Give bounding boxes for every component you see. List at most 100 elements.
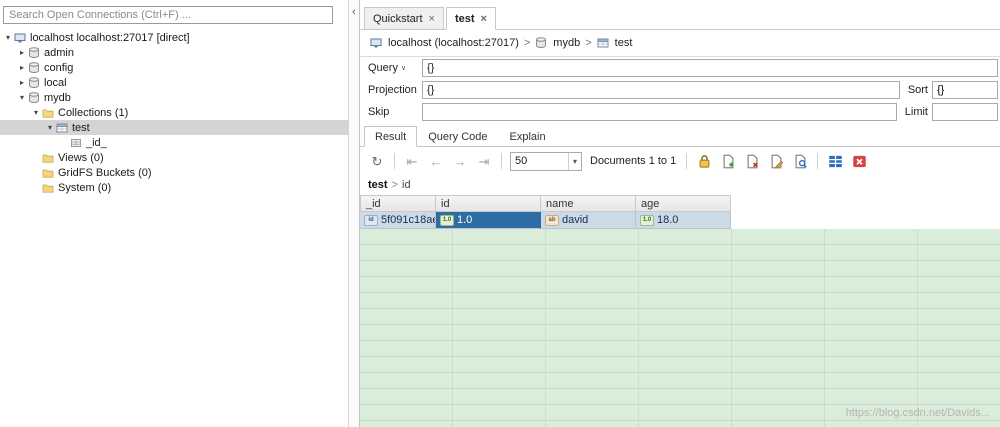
chevron-down-icon[interactable]: ▾ bbox=[16, 90, 28, 105]
database-icon bbox=[28, 76, 41, 89]
close-icon[interactable]: × bbox=[481, 13, 487, 25]
tab-test[interactable]: test × bbox=[445, 7, 496, 30]
chevron-down-icon[interactable]: ▾ bbox=[44, 120, 56, 135]
tree-item-local[interactable]: ▸ local bbox=[0, 75, 348, 90]
main-panel: Quickstart × test × localhost (localhost… bbox=[360, 0, 1000, 427]
cell-value: 1.0 bbox=[457, 214, 473, 226]
query-row: Query ∨ bbox=[360, 57, 1000, 79]
skip-label-text: Skip bbox=[368, 106, 390, 118]
path-collection: test bbox=[368, 179, 388, 191]
next-page-icon[interactable]: → bbox=[451, 152, 469, 170]
search-input[interactable] bbox=[3, 6, 333, 24]
tree-item-label: _id_ bbox=[86, 136, 107, 149]
last-page-icon[interactable]: ⇥ bbox=[475, 152, 493, 170]
sort-input[interactable] bbox=[932, 81, 998, 99]
collection-icon bbox=[597, 37, 610, 49]
table-row[interactable]: id 5f091c18aef83... 1.0 1.0 ab david 1.0… bbox=[360, 212, 731, 229]
cell-age[interactable]: 1.0 18.0 bbox=[636, 212, 731, 229]
server-icon bbox=[14, 32, 27, 44]
chevron-right-icon[interactable]: ▸ bbox=[16, 75, 28, 90]
query-label[interactable]: Query ∨ bbox=[360, 62, 422, 74]
breadcrumb-connection[interactable]: localhost (localhost:27017) bbox=[388, 37, 519, 49]
skip-row: Skip Limit bbox=[360, 101, 1000, 123]
tree-item-gridfs[interactable]: GridFS Buckets (0) bbox=[0, 165, 348, 180]
column-header-id-field[interactable]: _id bbox=[360, 195, 436, 212]
empty-grid-area: https://blog.csdn.net/Davids... bbox=[360, 229, 1000, 427]
tree-item-connection[interactable]: ▾ localhost localhost:27017 [direct] bbox=[0, 30, 348, 45]
column-header-age[interactable]: age bbox=[636, 195, 731, 212]
breadcrumb-database[interactable]: mydb bbox=[553, 37, 580, 49]
tree-item-id-index[interactable]: _id_ bbox=[0, 135, 348, 150]
tab-result[interactable]: Result bbox=[364, 126, 418, 147]
tree-item-views[interactable]: Views (0) bbox=[0, 150, 348, 165]
page-size-value: 50 bbox=[515, 155, 528, 167]
chevron-down-icon: ∨ bbox=[400, 65, 407, 72]
collection-icon bbox=[56, 122, 69, 134]
tree-item-system[interactable]: System (0) bbox=[0, 180, 348, 195]
chevron-right-icon[interactable]: ▸ bbox=[16, 45, 28, 60]
skip-input[interactable] bbox=[422, 103, 897, 121]
cell-path-bar: test > id bbox=[360, 175, 1000, 195]
cell-id-field[interactable]: id 5f091c18aef83... bbox=[360, 212, 436, 229]
query-input[interactable] bbox=[422, 59, 998, 77]
table-header-row: _id id name age bbox=[360, 195, 731, 212]
string-type-icon: ab bbox=[545, 214, 559, 226]
page-size-select[interactable]: 50 ▾ bbox=[510, 151, 582, 171]
tree-item-admin[interactable]: ▸ admin bbox=[0, 45, 348, 60]
first-page-icon[interactable]: ⇤ bbox=[403, 152, 421, 170]
close-result-icon[interactable] bbox=[850, 152, 868, 170]
number-type-icon: 1.0 bbox=[640, 214, 654, 226]
database-icon bbox=[28, 46, 41, 59]
toolbar-separator bbox=[394, 153, 395, 169]
column-header-id[interactable]: id bbox=[436, 195, 541, 212]
projection-input[interactable] bbox=[422, 81, 900, 99]
tree-item-mydb[interactable]: ▾ mydb bbox=[0, 90, 348, 105]
breadcrumb-collection[interactable]: test bbox=[615, 37, 633, 49]
breadcrumb-separator: > bbox=[585, 37, 592, 49]
tree-item-label: admin bbox=[44, 46, 74, 59]
breadcrumb: localhost (localhost:27017) > mydb > tes… bbox=[360, 30, 1000, 57]
cell-id-selected[interactable]: 1.0 1.0 bbox=[436, 212, 541, 229]
documents-range-label: Documents 1 to 1 bbox=[590, 155, 677, 167]
tree-item-config[interactable]: ▸ config bbox=[0, 60, 348, 75]
refresh-icon[interactable]: ↻ bbox=[368, 152, 386, 170]
cell-name[interactable]: ab david bbox=[541, 212, 636, 229]
database-icon bbox=[535, 37, 548, 49]
column-header-name[interactable]: name bbox=[541, 195, 636, 212]
tab-label: Quickstart bbox=[373, 12, 423, 25]
server-icon bbox=[370, 37, 383, 49]
tree-item-test-collection[interactable]: ▾ test bbox=[0, 120, 348, 135]
result-tabbar: Result Query Code Explain bbox=[360, 125, 1000, 147]
view-document-icon[interactable] bbox=[791, 152, 809, 170]
folder-icon bbox=[42, 107, 55, 119]
limit-input[interactable] bbox=[932, 103, 998, 121]
chevron-down-icon[interactable]: ▾ bbox=[30, 105, 42, 120]
edit-document-icon[interactable] bbox=[767, 152, 785, 170]
tree-item-label: System (0) bbox=[58, 181, 112, 194]
projection-label-text: Projection bbox=[368, 84, 417, 96]
table-view-icon[interactable] bbox=[826, 152, 844, 170]
folder-icon bbox=[42, 182, 55, 194]
tab-query-code[interactable]: Query Code bbox=[417, 126, 498, 147]
projection-label: Projection bbox=[360, 84, 422, 96]
lock-icon[interactable] bbox=[695, 152, 713, 170]
cell-value: david bbox=[562, 214, 589, 226]
tab-quickstart[interactable]: Quickstart × bbox=[364, 7, 444, 30]
breadcrumb-separator: > bbox=[523, 37, 531, 49]
path-separator: > bbox=[391, 179, 398, 191]
folder-icon bbox=[42, 167, 55, 179]
tab-explain[interactable]: Explain bbox=[499, 126, 557, 147]
chevron-right-icon[interactable]: ▸ bbox=[16, 60, 28, 75]
toolbar-separator bbox=[817, 153, 819, 169]
prev-page-icon[interactable]: ← bbox=[427, 152, 445, 170]
panel-splitter[interactable]: ‹ bbox=[348, 0, 360, 427]
collapse-sidebar-button[interactable]: ‹ bbox=[352, 6, 356, 18]
app-window: ▾ localhost localhost:27017 [direct] ▸ a… bbox=[0, 0, 1000, 427]
toolbar-separator bbox=[501, 153, 502, 169]
close-icon[interactable]: × bbox=[429, 13, 435, 25]
chevron-down-icon[interactable]: ▾ bbox=[2, 30, 14, 45]
delete-document-icon[interactable] bbox=[743, 152, 761, 170]
tree-item-collections[interactable]: ▾ Collections (1) bbox=[0, 105, 348, 120]
index-icon bbox=[70, 137, 83, 149]
add-document-icon[interactable] bbox=[719, 152, 737, 170]
